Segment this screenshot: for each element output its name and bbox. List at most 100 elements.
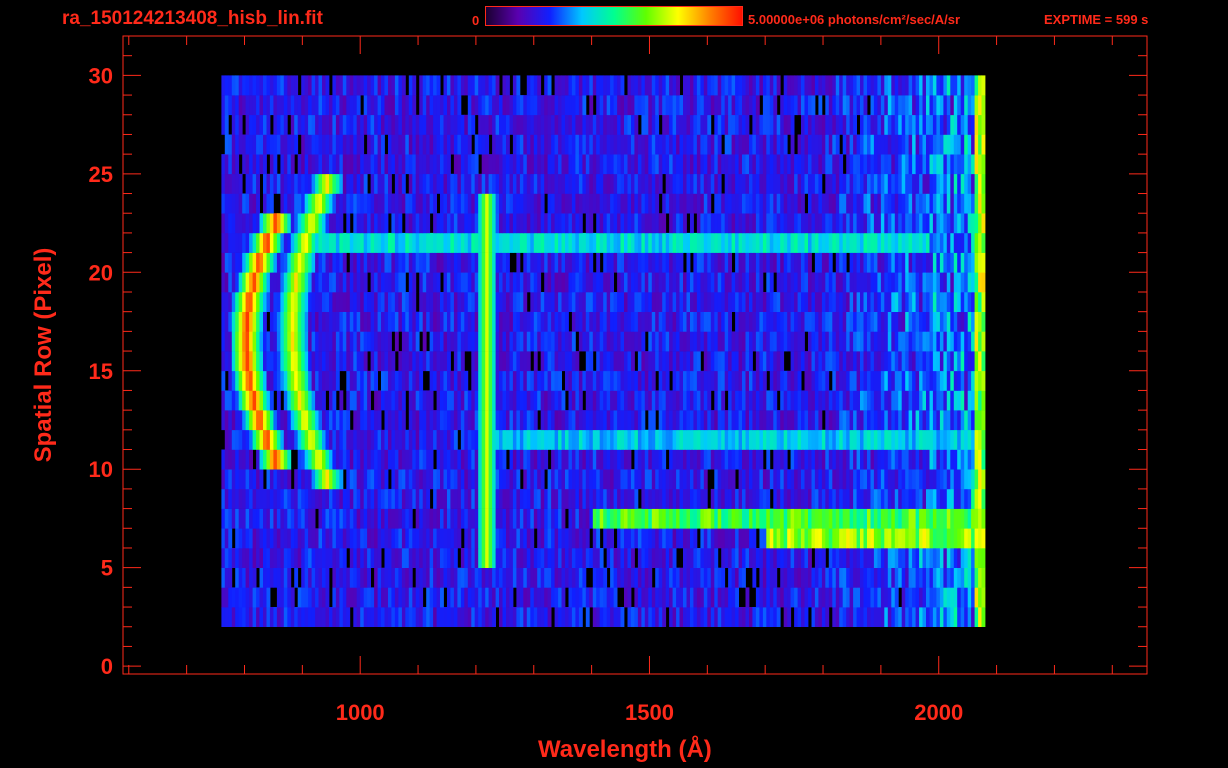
- heatmap-cell: [710, 370, 715, 391]
- heatmap-cell: [631, 429, 635, 450]
- heatmap-cell: [637, 193, 642, 214]
- heatmap-cell: [794, 410, 798, 431]
- heatmap-cell: [971, 567, 975, 588]
- heatmap-cell: [919, 548, 923, 568]
- heatmap-cell: [821, 548, 826, 568]
- heatmap-cell: [488, 449, 493, 470]
- heatmap-cell: [721, 311, 726, 332]
- heatmap-cell: [700, 469, 705, 490]
- heatmap-cell: [565, 607, 569, 627]
- heatmap-cell: [266, 390, 271, 411]
- heatmap-cell: [912, 587, 916, 608]
- heatmap-cell: [842, 232, 847, 253]
- heatmap-cell: [835, 331, 840, 352]
- heatmap-cell: [877, 272, 882, 293]
- heatmap-cell: [860, 607, 864, 627]
- heatmap-cell: [249, 331, 253, 352]
- heatmap-cell: [939, 331, 944, 352]
- heatmap-cell: [901, 449, 906, 470]
- heatmap-cell: [353, 410, 358, 431]
- heatmap-cell: [749, 390, 753, 411]
- heatmap-cell: [939, 252, 944, 273]
- heatmap-cell: [589, 587, 594, 608]
- heatmap-cell: [433, 292, 437, 312]
- heatmap-cell: [436, 232, 441, 253]
- heatmap-cell: [978, 370, 982, 391]
- heatmap-cell: [443, 449, 448, 470]
- heatmap-cell: [887, 567, 892, 588]
- heatmap-cell: [610, 567, 614, 588]
- heatmap-cell: [363, 508, 368, 529]
- heatmap-cell: [589, 351, 594, 372]
- heatmap-cell: [898, 232, 903, 253]
- heatmap-cell: [665, 508, 670, 529]
- heatmap-cell: [790, 548, 795, 568]
- heatmap-cell: [797, 410, 802, 431]
- heatmap-cell: [238, 232, 243, 253]
- heatmap-cell: [502, 331, 507, 352]
- heatmap-cell: [870, 252, 875, 273]
- heatmap-cell: [926, 252, 930, 273]
- heatmap-cell: [648, 567, 653, 588]
- heatmap-cell: [339, 311, 344, 332]
- heatmap-cell: [742, 173, 746, 194]
- heatmap-cell: [464, 390, 469, 411]
- heatmap-cell: [558, 587, 562, 608]
- heatmap-cell: [297, 272, 302, 293]
- heatmap-cell: [603, 587, 608, 608]
- heatmap-cell: [589, 272, 594, 293]
- heatmap-cell: [669, 193, 673, 214]
- heatmap-cell: [502, 351, 507, 372]
- heatmap-cell: [693, 351, 698, 372]
- heatmap-cell: [412, 429, 417, 450]
- heatmap-cell: [631, 410, 635, 431]
- heatmap-cell: [849, 508, 854, 529]
- heatmap-cell: [391, 252, 396, 273]
- heatmap-cell: [509, 331, 514, 352]
- heatmap-cell: [905, 469, 910, 490]
- heatmap-cell: [287, 528, 292, 549]
- heatmap-cell: [676, 370, 680, 391]
- heatmap-cell: [887, 292, 892, 312]
- heatmap-cell: [891, 508, 896, 529]
- heatmap-cell: [755, 488, 760, 509]
- heatmap-cell: [978, 390, 982, 411]
- heatmap-cell: [898, 567, 903, 588]
- heatmap-cell: [415, 528, 420, 549]
- heatmap-cell: [801, 213, 805, 234]
- heatmap-cell: [766, 272, 771, 293]
- heatmap-cell: [787, 429, 792, 450]
- heatmap-cell: [905, 370, 910, 391]
- heatmap-cell: [519, 548, 524, 568]
- heatmap-cell: [294, 508, 299, 529]
- heatmap-cell: [512, 193, 517, 214]
- heatmap-cell: [783, 272, 788, 293]
- heatmap-cell: [565, 351, 569, 372]
- heatmap-cell: [926, 449, 930, 470]
- heatmap-cell: [509, 272, 514, 293]
- heatmap-cell: [388, 548, 392, 568]
- heatmap-cell: [453, 292, 458, 312]
- heatmap-cell: [315, 331, 319, 352]
- heatmap-cell: [353, 508, 358, 529]
- heatmap-cell: [221, 292, 226, 312]
- heatmap-cell: [485, 154, 490, 175]
- heatmap-cell: [749, 429, 753, 450]
- heatmap-cell: [485, 252, 490, 273]
- heatmap-cell: [374, 607, 378, 627]
- heatmap-cell: [509, 351, 514, 372]
- heatmap-cell: [606, 173, 611, 194]
- heatmap-cell: [231, 331, 236, 352]
- heatmap-cell: [641, 331, 646, 352]
- heatmap-cell: [231, 469, 236, 490]
- heatmap-cell: [228, 528, 233, 549]
- heatmap-cell: [860, 272, 864, 293]
- heatmap-cell: [599, 390, 604, 411]
- heatmap-cell: [662, 351, 667, 372]
- heatmap-cell: [981, 292, 986, 312]
- heatmap-cell: [415, 154, 420, 175]
- heatmap-cell: [894, 429, 899, 450]
- heatmap-cell: [624, 331, 628, 352]
- heatmap-cell: [318, 528, 323, 549]
- heatmap-cell: [811, 567, 816, 588]
